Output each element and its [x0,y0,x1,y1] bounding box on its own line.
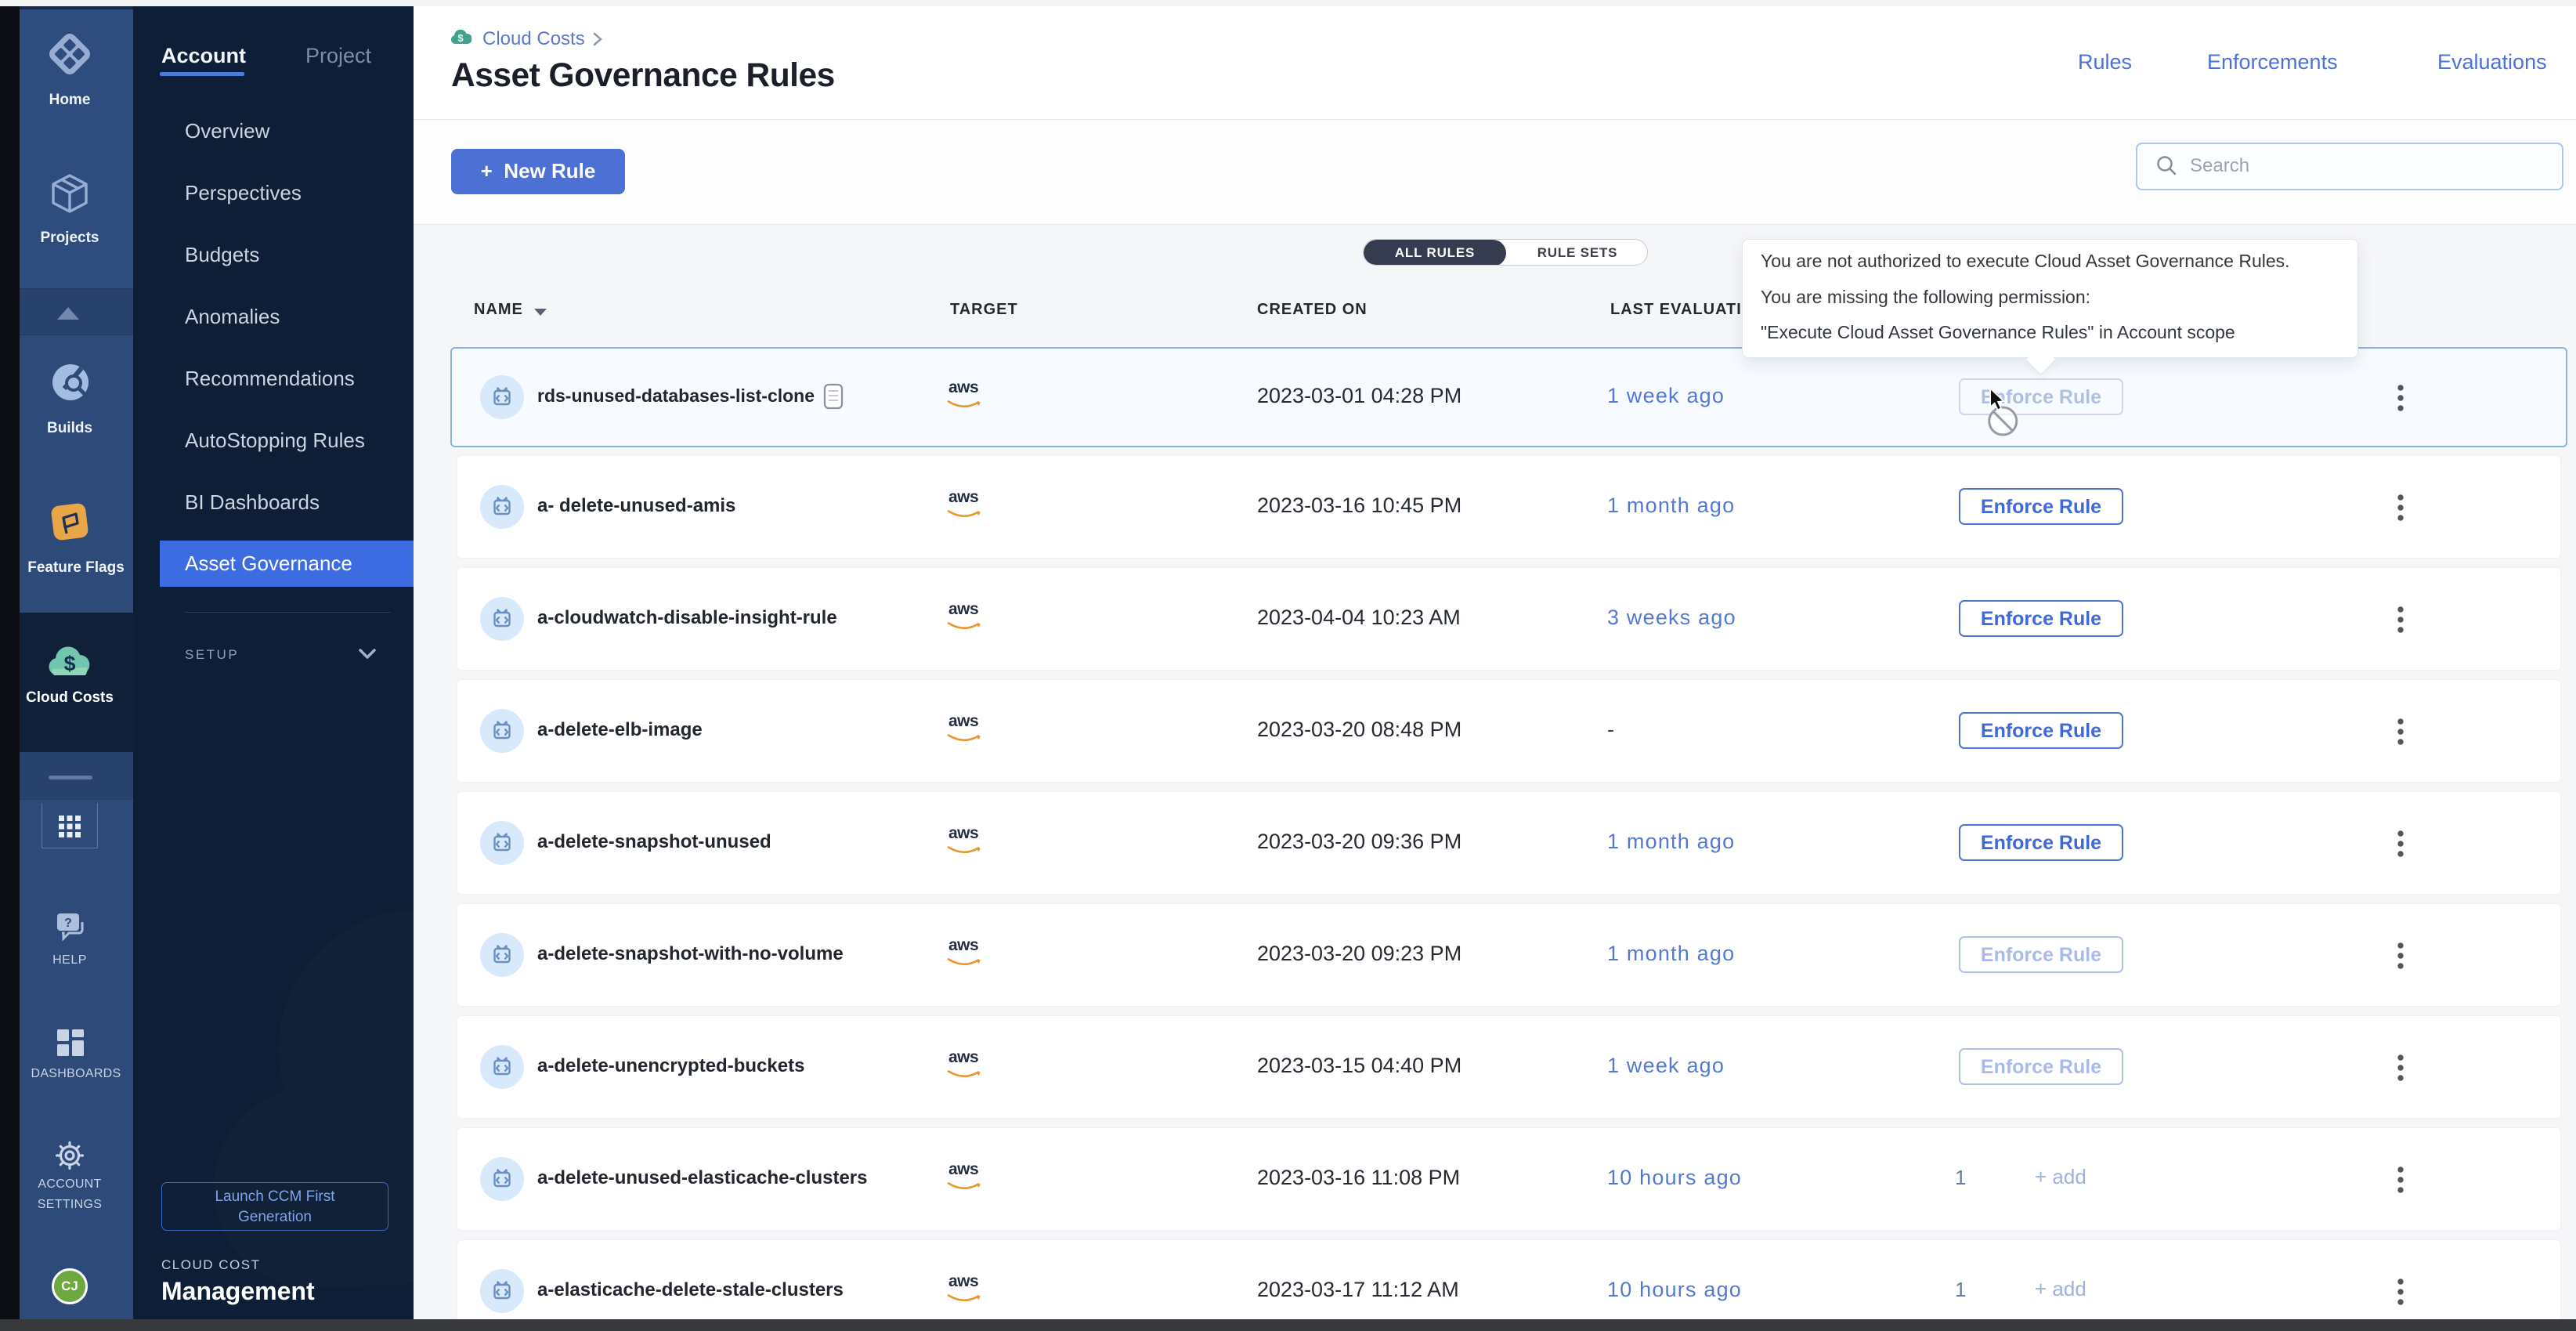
svg-text:?: ? [64,917,72,930]
svg-text:$: $ [63,652,75,675]
svg-text:$: $ [457,32,464,44]
